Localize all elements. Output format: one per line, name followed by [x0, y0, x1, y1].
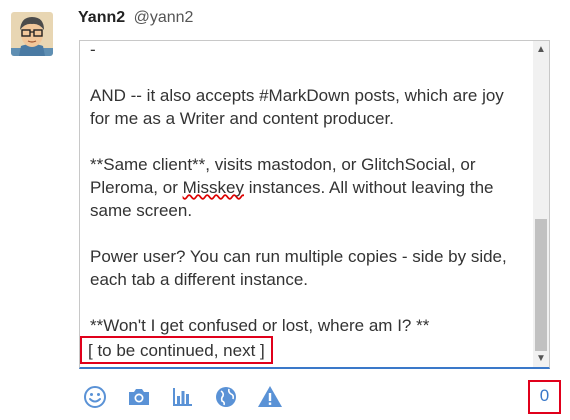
- text-fragment: instances. All without leaving the: [244, 178, 494, 197]
- text-line: Pleroma, or Misskey instances. All witho…: [90, 176, 530, 199]
- text-line: **Same client**, visits mastodon, or Gli…: [90, 155, 476, 174]
- text-line: Power user? You can run multiple copies …: [90, 247, 507, 266]
- text-line: AND -- it also accepts #MarkDown posts, …: [90, 86, 504, 105]
- text-line: [90, 222, 530, 245]
- character-counter: 0: [539, 386, 550, 405]
- scrollbar-thumb[interactable]: [535, 219, 547, 351]
- compose-textarea[interactable]: - AND -- it also accepts #MarkDown posts…: [79, 40, 550, 369]
- compose-text[interactable]: - AND -- it also accepts #MarkDown posts…: [90, 41, 530, 337]
- text-line: **Won't I get confused or lost, where am…: [90, 316, 430, 335]
- text-line: [90, 130, 530, 153]
- text-line: [90, 291, 530, 314]
- poll-icon[interactable]: [169, 384, 195, 410]
- continued-text: [ to be continued, next ]: [88, 341, 265, 360]
- scroll-up-arrow-icon[interactable]: ▲: [533, 41, 549, 58]
- user-handle: @yann2: [133, 9, 194, 26]
- display-name: Yann2: [78, 9, 126, 26]
- camera-icon[interactable]: [126, 384, 152, 410]
- scrollbar[interactable]: ▲ ▼: [533, 41, 549, 367]
- globe-icon[interactable]: [213, 384, 239, 410]
- user-line: Yann2 @yann2: [78, 9, 193, 27]
- warning-icon[interactable]: [257, 384, 283, 410]
- misspelled-word[interactable]: Misskey: [183, 178, 244, 197]
- avatar[interactable]: [11, 12, 53, 56]
- text-fragment: Pleroma, or: [90, 178, 183, 197]
- text-line: for me as a Writer and content producer.: [90, 109, 394, 128]
- scroll-down-arrow-icon[interactable]: ▼: [533, 350, 549, 367]
- text-line: same screen.: [90, 201, 193, 220]
- text-line: each tab a different instance.: [90, 270, 309, 289]
- text-line: -: [90, 40, 96, 59]
- avatar-image: [11, 12, 53, 56]
- smiley-icon[interactable]: [82, 384, 108, 410]
- text-line: [90, 61, 530, 84]
